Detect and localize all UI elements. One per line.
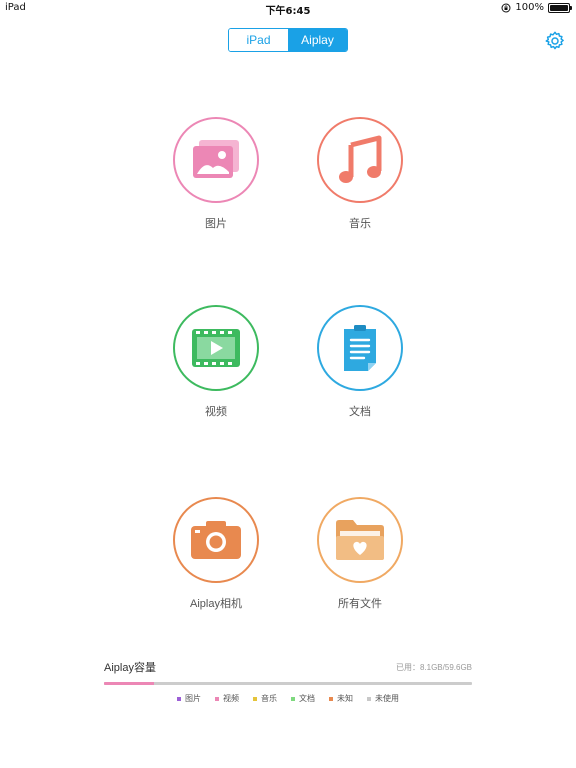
storage-used-text: 已用：8.1GB/59.6GB — [395, 663, 472, 672]
camera-circle — [173, 497, 259, 583]
legend-label: 未知 — [337, 694, 353, 703]
folder-heart-icon — [336, 520, 384, 560]
music-tile[interactable]: 音乐 — [300, 117, 420, 231]
photos-tile[interactable]: 图片 — [156, 117, 276, 231]
legend-label: 未使用 — [375, 694, 399, 703]
legend-swatch — [215, 696, 219, 701]
legend-swatch — [177, 696, 181, 701]
legend-swatch — [329, 696, 333, 701]
status-bar: iPad 下午6:45 100% — [0, 0, 576, 17]
status-time: 下午6:45 — [265, 6, 311, 17]
music-circle — [317, 117, 403, 203]
all-files-tile[interactable]: 所有文件 — [300, 497, 420, 611]
legend-label: 文档 — [299, 694, 315, 703]
legend-swatch — [291, 696, 295, 701]
source-segmented-control: iPad Aiplay — [228, 28, 348, 52]
all-files-label: 所有文件 — [338, 598, 382, 610]
legend-swatch — [253, 696, 257, 701]
legend-item: 未知 — [329, 693, 353, 704]
documents-circle — [317, 305, 403, 391]
storage-bar — [104, 682, 472, 685]
music-note-icon — [339, 135, 382, 183]
film-icon — [192, 329, 240, 367]
status-right: 100% — [501, 2, 572, 13]
legend-swatch — [367, 696, 371, 701]
segment-aiplay[interactable]: Aiplay — [288, 29, 347, 51]
photos-label: 图片 — [205, 218, 227, 230]
camera-tile[interactable]: Aiplay相机 — [156, 497, 276, 611]
documents-label: 文档 — [349, 406, 371, 418]
legend-item: 文档 — [291, 693, 315, 704]
gear-icon[interactable] — [544, 30, 566, 52]
legend-item: 图片 — [177, 693, 201, 704]
videos-circle — [173, 305, 259, 391]
videos-label: 视频 — [205, 406, 227, 418]
all-files-circle — [317, 497, 403, 583]
legend-item: 视频 — [215, 693, 239, 704]
documents-tile[interactable]: 文档 — [300, 305, 420, 419]
photos-circle — [173, 117, 259, 203]
legend-item: 未使用 — [367, 693, 399, 704]
segment-ipad[interactable]: iPad — [229, 29, 288, 51]
storage-title: Aiplay容量 — [104, 662, 156, 674]
camera-label: Aiplay相机 — [190, 598, 242, 610]
legend-item: 音乐 — [253, 693, 277, 704]
battery-icon — [548, 2, 572, 13]
storage-bar-fill — [104, 682, 155, 685]
music-label: 音乐 — [349, 218, 371, 230]
document-icon — [344, 325, 376, 371]
rotation-lock-icon — [501, 3, 511, 12]
photos-icon — [193, 140, 239, 178]
camera-icon — [191, 521, 241, 559]
battery-percent: 100% — [515, 2, 544, 13]
videos-tile[interactable]: 视频 — [156, 305, 276, 419]
legend-label: 视频 — [223, 694, 239, 703]
legend-label: 音乐 — [261, 694, 277, 703]
legend-label: 图片 — [185, 694, 201, 703]
storage-legend: 图片 视频 音乐 文档 未知 未使用 — [0, 693, 576, 704]
